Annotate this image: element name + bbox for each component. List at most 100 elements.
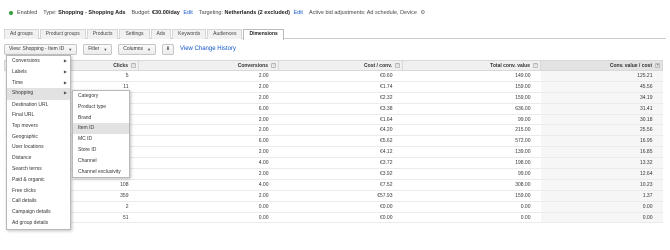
chevron-down-icon: ▼ bbox=[103, 46, 108, 52]
cell-cost-per-conv: €3.92 bbox=[278, 168, 403, 180]
menu-item-paid-organic[interactable]: Paid & organic bbox=[7, 175, 70, 186]
menu-item-label: Distance bbox=[12, 155, 32, 162]
menu-item-user-locations[interactable]: User locations bbox=[7, 142, 70, 153]
cell-conv-value-per-cost: 31.41 bbox=[540, 103, 663, 115]
gear-icon[interactable]: ⚙ bbox=[420, 10, 425, 16]
menu-item-label: Paid & organic bbox=[12, 176, 45, 183]
menu-item-distance[interactable]: Distance bbox=[7, 153, 70, 164]
columns-label: Columns bbox=[123, 45, 144, 52]
cell-total-conv-value: 99.00 bbox=[402, 168, 541, 180]
columns-button[interactable]: Columns ▼ bbox=[118, 43, 156, 55]
cell-conv-value-per-cost: 125.21 bbox=[540, 70, 663, 82]
help-icon[interactable]: ? bbox=[395, 63, 400, 68]
campaign-type: Type: Shopping - Shopping Ads bbox=[43, 10, 126, 16]
menu-item-label: Labels bbox=[12, 68, 27, 75]
cell-conversions: 2.00 bbox=[138, 92, 279, 104]
campaign-budget: Budget: €30.00/day Edit bbox=[131, 10, 193, 16]
submenu-item-brand[interactable]: Brand bbox=[73, 113, 129, 124]
cell-cost-per-conv: €57.93 bbox=[278, 190, 403, 202]
chevron-right-icon: ▶ bbox=[63, 79, 67, 85]
menu-item-search-terms[interactable]: Search terms bbox=[7, 164, 70, 175]
cell-total-conv-value: 572.00 bbox=[402, 135, 541, 148]
help-icon[interactable]: ? bbox=[271, 63, 276, 68]
table-header-row: Clicks? Conversions? Cost / conv.? Total… bbox=[4, 60, 663, 71]
cell-cost-per-conv: €0.00 bbox=[278, 212, 403, 224]
cell-conv-value-per-cost: 45.56 bbox=[540, 81, 663, 93]
tab-ad-groups[interactable]: Ad groups bbox=[4, 29, 39, 39]
enabled-status-dot bbox=[9, 11, 13, 15]
menu-item-free-clicks[interactable]: Free clicks bbox=[7, 186, 70, 197]
menu-item-label: Campaign details bbox=[12, 209, 51, 216]
chevron-right-icon: ▶ bbox=[63, 68, 67, 74]
cell-conv-value-per-cost: 30.18 bbox=[540, 114, 663, 126]
menu-item-top-movers[interactable]: Top movers bbox=[7, 121, 70, 132]
column-header-cost-per-conv[interactable]: Cost / conv.? bbox=[278, 60, 403, 71]
cell-conversions: 6.00 bbox=[138, 103, 279, 115]
submenu-item-mc-id[interactable]: MC ID bbox=[73, 134, 129, 145]
submenu-item-store-id[interactable]: Store ID bbox=[73, 145, 129, 156]
menu-item-destination-url[interactable]: Destination URL bbox=[7, 99, 70, 110]
cell-cost-per-conv: €1.74 bbox=[278, 81, 403, 93]
menu-item-label: Geographic bbox=[12, 133, 38, 140]
menu-item-conversions[interactable]: Conversions ▶ bbox=[7, 56, 70, 67]
budget-edit-link[interactable]: Edit bbox=[183, 10, 192, 16]
tab-keywords[interactable]: Keywords bbox=[172, 29, 207, 39]
submenu-item-product-type[interactable]: Product type bbox=[73, 102, 129, 113]
shopping-submenu: Category Product type Brand Item ID MC ID Sto… bbox=[72, 90, 130, 179]
column-header-conv-value-per-cost[interactable]: Conv. value / cost ▼ bbox=[540, 60, 663, 71]
cell-conversions: 2.00 bbox=[138, 168, 279, 180]
view-segment-menu: Conversions ▶ Labels ▶ Time ▶ Shopping ▶ Destina… bbox=[6, 55, 71, 230]
menu-item-label: Time bbox=[12, 79, 23, 86]
cell-conversions: 0.00 bbox=[138, 201, 279, 213]
cell-total-conv-value: 159.00 bbox=[402, 92, 541, 104]
tab-settings[interactable]: Settings bbox=[119, 29, 150, 39]
cell-conv-value-per-cost: 13.32 bbox=[540, 157, 663, 170]
campaign-tabs: Ad groups Product groups Products Settin… bbox=[4, 29, 666, 40]
menu-item-geographic[interactable]: Geographic bbox=[7, 132, 70, 143]
column-header-conversions[interactable]: Conversions? bbox=[138, 60, 279, 71]
menu-item-ad-group-details[interactable]: Ad group details bbox=[7, 218, 70, 229]
tab-dimensions[interactable]: Dimensions bbox=[243, 29, 284, 40]
cell-conversions: 2.00 bbox=[138, 114, 279, 126]
cell-conversions: 4.00 bbox=[138, 157, 279, 170]
tab-audiences[interactable]: Audiences bbox=[207, 29, 243, 39]
column-header-total-conv-value[interactable]: Total conv. value? bbox=[402, 60, 541, 71]
menu-item-time[interactable]: Time ▶ bbox=[7, 78, 70, 89]
submenu-item-channel[interactable]: Channel bbox=[73, 156, 129, 167]
menu-item-shopping[interactable]: Shopping ▶ bbox=[7, 88, 70, 100]
menu-item-call-details[interactable]: Call details bbox=[7, 196, 70, 207]
cell-total-conv-value: 99.00 bbox=[402, 114, 541, 126]
download-icon: ⬇ bbox=[165, 45, 171, 52]
submenu-item-item-id[interactable]: Item ID bbox=[73, 123, 129, 135]
tab-ads[interactable]: Ads bbox=[150, 29, 172, 39]
cell-conv-value-per-cost: 16.85 bbox=[540, 146, 663, 159]
cell-cost-per-conv: €0.60 bbox=[278, 70, 403, 82]
help-icon[interactable]: ? bbox=[533, 63, 538, 68]
submenu-item-category[interactable]: Category bbox=[73, 91, 129, 102]
cell-cost-per-conv: €4.20 bbox=[278, 124, 403, 137]
cell-conv-value-per-cost: 25.56 bbox=[540, 124, 663, 137]
menu-item-label: Final URL bbox=[12, 111, 35, 118]
tab-products[interactable]: Products bbox=[86, 29, 119, 39]
sort-descending-icon[interactable]: ▼ bbox=[655, 63, 660, 68]
view-dropdown[interactable]: View: Shopping - Item ID ▼ bbox=[4, 43, 78, 55]
submenu-item-channel-exclusivity[interactable]: Channel exclusivity bbox=[73, 167, 129, 178]
help-icon[interactable]: ? bbox=[131, 63, 136, 68]
download-button[interactable]: ⬇ bbox=[161, 43, 174, 55]
cell-cost-per-conv: €0.00 bbox=[278, 201, 403, 213]
cell-total-conv-value: 215.00 bbox=[402, 124, 541, 137]
view-change-history-link[interactable]: View Change History bbox=[180, 46, 236, 52]
menu-item-label: Ad group details bbox=[12, 219, 49, 226]
cell-total-conv-value: 0.00 bbox=[402, 212, 541, 224]
chevron-right-icon: ▶ bbox=[63, 58, 67, 63]
menu-item-labels[interactable]: Labels ▶ bbox=[7, 67, 70, 78]
targeting-edit-link[interactable]: Edit bbox=[293, 10, 302, 16]
filter-button[interactable]: Filter ▼ bbox=[83, 43, 113, 55]
table-toolbar: View: Shopping - Item ID ▼ Filter ▼ Column… bbox=[4, 42, 236, 56]
menu-item-final-url[interactable]: Final URL bbox=[7, 110, 70, 121]
tab-product-groups[interactable]: Product groups bbox=[39, 29, 86, 39]
status-enabled: Enabled bbox=[17, 10, 38, 16]
menu-item-campaign-details[interactable]: Campaign details bbox=[7, 207, 70, 218]
cell-conv-value-per-cost: 10.23 bbox=[540, 179, 663, 191]
filter-label: Filter bbox=[88, 45, 100, 52]
